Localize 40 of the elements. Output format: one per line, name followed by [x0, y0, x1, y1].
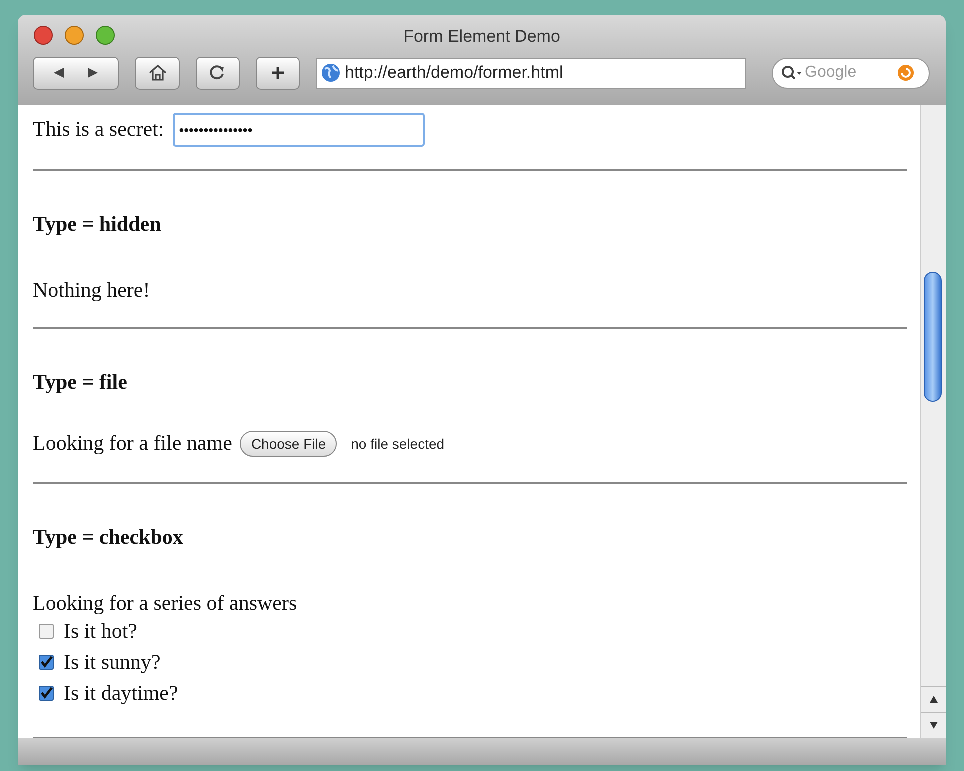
password-field[interactable]: ••••••••••••••• — [173, 113, 426, 147]
checkbox[interactable] — [39, 686, 54, 701]
search-input[interactable]: Google — [805, 61, 895, 85]
home-button[interactable] — [135, 56, 180, 90]
checkbox-label: Is it hot? — [64, 618, 138, 645]
plus-icon — [271, 66, 285, 80]
section-heading: Type = file — [33, 369, 128, 395]
house-icon — [148, 64, 168, 82]
forward-icon — [87, 67, 99, 79]
minimize-button[interactable] — [65, 26, 84, 44]
checkbox[interactable] — [39, 655, 54, 670]
back-icon — [53, 67, 65, 79]
search-icon — [781, 65, 803, 81]
prompt-text: Looking for a series of answers — [33, 590, 298, 616]
field-label: This is a secret: — [33, 116, 164, 144]
reload-button[interactable] — [196, 56, 240, 90]
scrollbar[interactable] — [920, 105, 946, 738]
section-heading: Type = checkbox — [33, 524, 184, 550]
section-heading: Type = hidden — [33, 211, 162, 237]
checkbox-label: Is it sunny? — [64, 648, 161, 676]
up-arrow-icon — [930, 696, 938, 703]
close-button[interactable] — [34, 26, 53, 44]
add-bookmark-button[interactable] — [256, 56, 300, 90]
down-arrow-icon — [930, 722, 938, 729]
address-field[interactable]: http://earth/demo/former.html — [316, 58, 746, 88]
choose-file-button[interactable]: Choose File — [240, 431, 338, 457]
address-text: http://earth/demo/former.html — [345, 62, 564, 84]
file-status-text: no file selected — [351, 434, 445, 454]
back-forward-buttons[interactable] — [33, 56, 119, 90]
snapback-icon — [897, 64, 915, 82]
reload-icon — [210, 65, 226, 81]
checkbox-label: Is it daytime? — [64, 680, 178, 707]
search-field[interactable]: Google — [772, 58, 930, 88]
checkbox[interactable] — [39, 624, 54, 639]
scroll-thumb[interactable] — [924, 272, 942, 402]
globe-icon — [321, 63, 341, 83]
window-title: Form Element Demo — [404, 26, 560, 48]
paragraph-text: Nothing here! — [33, 277, 152, 303]
field-label: Looking for a file name — [33, 430, 232, 458]
zoom-button[interactable] — [96, 26, 115, 44]
